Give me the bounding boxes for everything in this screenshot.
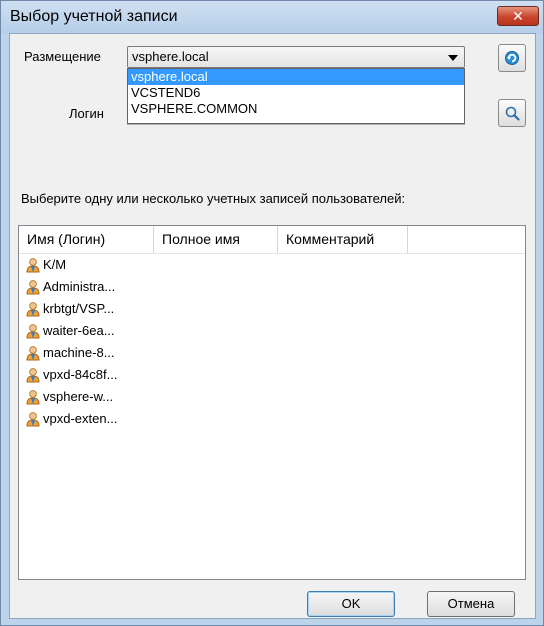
row-name: krbtgt/VSP... [43, 301, 115, 316]
dialog-window: Выбор учетной записи ✕ Размещение vspher… [0, 0, 544, 626]
list-item[interactable]: krbtgt/VSP... [19, 298, 525, 320]
ok-button[interactable]: OK [307, 591, 395, 617]
placement-dropdown[interactable]: vsphere.local [127, 46, 465, 68]
instruction-text: Выберите одну или несколько учетных запи… [21, 191, 406, 206]
row-name: vsphere-w... [43, 389, 114, 404]
row-name: waiter-6ea... [43, 323, 115, 338]
dropdown-option-vsphere-local[interactable]: vsphere.local [128, 69, 464, 85]
window-title: Выбор учетной записи [10, 8, 178, 25]
row-name: K/M [43, 257, 67, 272]
placement-label: Размещение [24, 49, 101, 64]
accounts-list[interactable]: Имя (Логин) Полное имя Комментарий K/M A… [18, 225, 526, 580]
close-icon: ✕ [512, 8, 524, 24]
placement-selected-value: vsphere.local [132, 49, 209, 64]
user-icon [26, 302, 40, 317]
chevron-down-icon[interactable] [448, 55, 458, 61]
list-item[interactable]: K/M [19, 254, 525, 276]
list-item[interactable]: machine-8... [19, 342, 525, 364]
list-item[interactable]: vpxd-exten... [19, 408, 525, 430]
close-button[interactable]: ✕ [497, 6, 539, 26]
user-icon [26, 368, 40, 383]
list-item[interactable]: vpxd-84c8f... [19, 364, 525, 386]
list-rows: K/M Administra... krbtgt/VSP... waiter-6… [19, 254, 525, 430]
list-item[interactable]: vsphere-w... [19, 386, 525, 408]
user-icon [26, 258, 40, 273]
user-icon [26, 412, 40, 427]
column-header-name[interactable]: Имя (Логин) [19, 226, 154, 253]
placement-dropdown-list[interactable]: vsphere.local VCSTEND6 VSPHERE.COMMON [127, 68, 465, 124]
row-name: vpxd-84c8f... [43, 367, 118, 382]
dropdown-option-vcstend6[interactable]: VCSTEND6 [128, 85, 464, 101]
column-header-fullname[interactable]: Полное имя [154, 226, 278, 253]
dropdown-option-vsphere-common[interactable]: VSPHERE.COMMON [128, 101, 464, 117]
search-button[interactable] [498, 99, 526, 127]
refresh-button[interactable] [498, 44, 526, 72]
user-icon [26, 346, 40, 361]
row-name: Administra... [43, 279, 116, 294]
cancel-button[interactable]: Отмена [427, 591, 515, 617]
list-item[interactable]: waiter-6ea... [19, 320, 525, 342]
login-label: Логин [69, 106, 104, 121]
column-header-comment[interactable]: Комментарий [278, 226, 408, 253]
user-icon [26, 390, 40, 405]
list-header: Имя (Логин) Полное имя Комментарий [19, 226, 525, 254]
user-icon [26, 324, 40, 339]
row-name: machine-8... [43, 345, 115, 360]
list-item[interactable]: Administra... [19, 276, 525, 298]
refresh-icon [505, 51, 519, 65]
title-bar[interactable]: Выбор учетной записи ✕ [1, 1, 543, 33]
row-name: vpxd-exten... [43, 411, 118, 426]
user-icon [26, 280, 40, 295]
search-icon [505, 106, 520, 121]
